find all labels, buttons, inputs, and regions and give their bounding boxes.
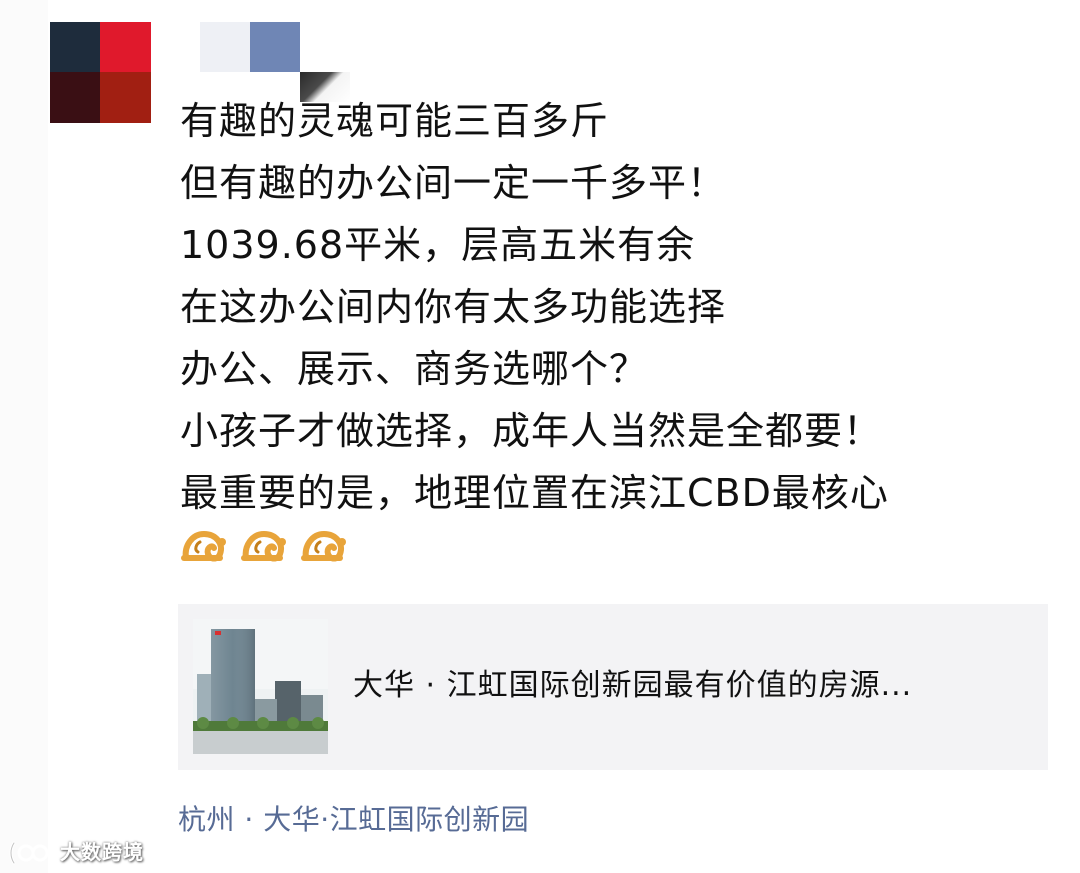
post-line: 办公、展示、商务选哪个？ [180, 347, 649, 391]
left-gutter [0, 0, 48, 873]
nickname-pixel [200, 22, 250, 72]
location-link[interactable]: 杭州 · 大华·江虹国际创新园 [178, 800, 529, 840]
watermark-text: 大数跨境 [60, 840, 144, 864]
money-bag-icon [301, 530, 346, 562]
link-title: 大华 · 江虹国际创新园最有价值的房源... [353, 668, 913, 703]
post-line: 1039.68平米，层高五米有余 [180, 223, 696, 267]
post-line: 在这办公间内你有太多功能选择 [180, 285, 727, 329]
post-line: 有趣的灵魂可能三百多斤 [180, 99, 610, 143]
post-text: 有趣的灵魂可能三百多斤 但有趣的办公间一定一千多平！ 1039.68平米，层高五… [180, 90, 1060, 524]
shared-link-card[interactable]: 大华 · 江虹国际创新园最有价值的房源... [178, 604, 1048, 770]
money-bag-icon [241, 530, 286, 562]
emoji-row [180, 520, 348, 568]
money-bag-icon [181, 530, 226, 562]
watermark: 大数跨境 [8, 836, 144, 868]
avatar-pixel [50, 72, 100, 123]
link-thumbnail [193, 619, 328, 754]
post-line: 但有趣的办公间一定一千多平！ [180, 161, 727, 205]
avatar[interactable] [50, 22, 151, 123]
avatar-pixel [50, 22, 100, 72]
building-thumbnail-image [193, 619, 328, 754]
post-line: 最重要的是，地理位置在滨江CBD最核心 [180, 471, 889, 515]
nickname-pixel [250, 22, 300, 72]
avatar-pixel [100, 22, 151, 72]
post-line: 小孩子才做选择，成年人当然是全都要！ [180, 409, 883, 453]
avatar-pixel [100, 72, 151, 123]
watermark-logo-icon [9, 841, 49, 865]
